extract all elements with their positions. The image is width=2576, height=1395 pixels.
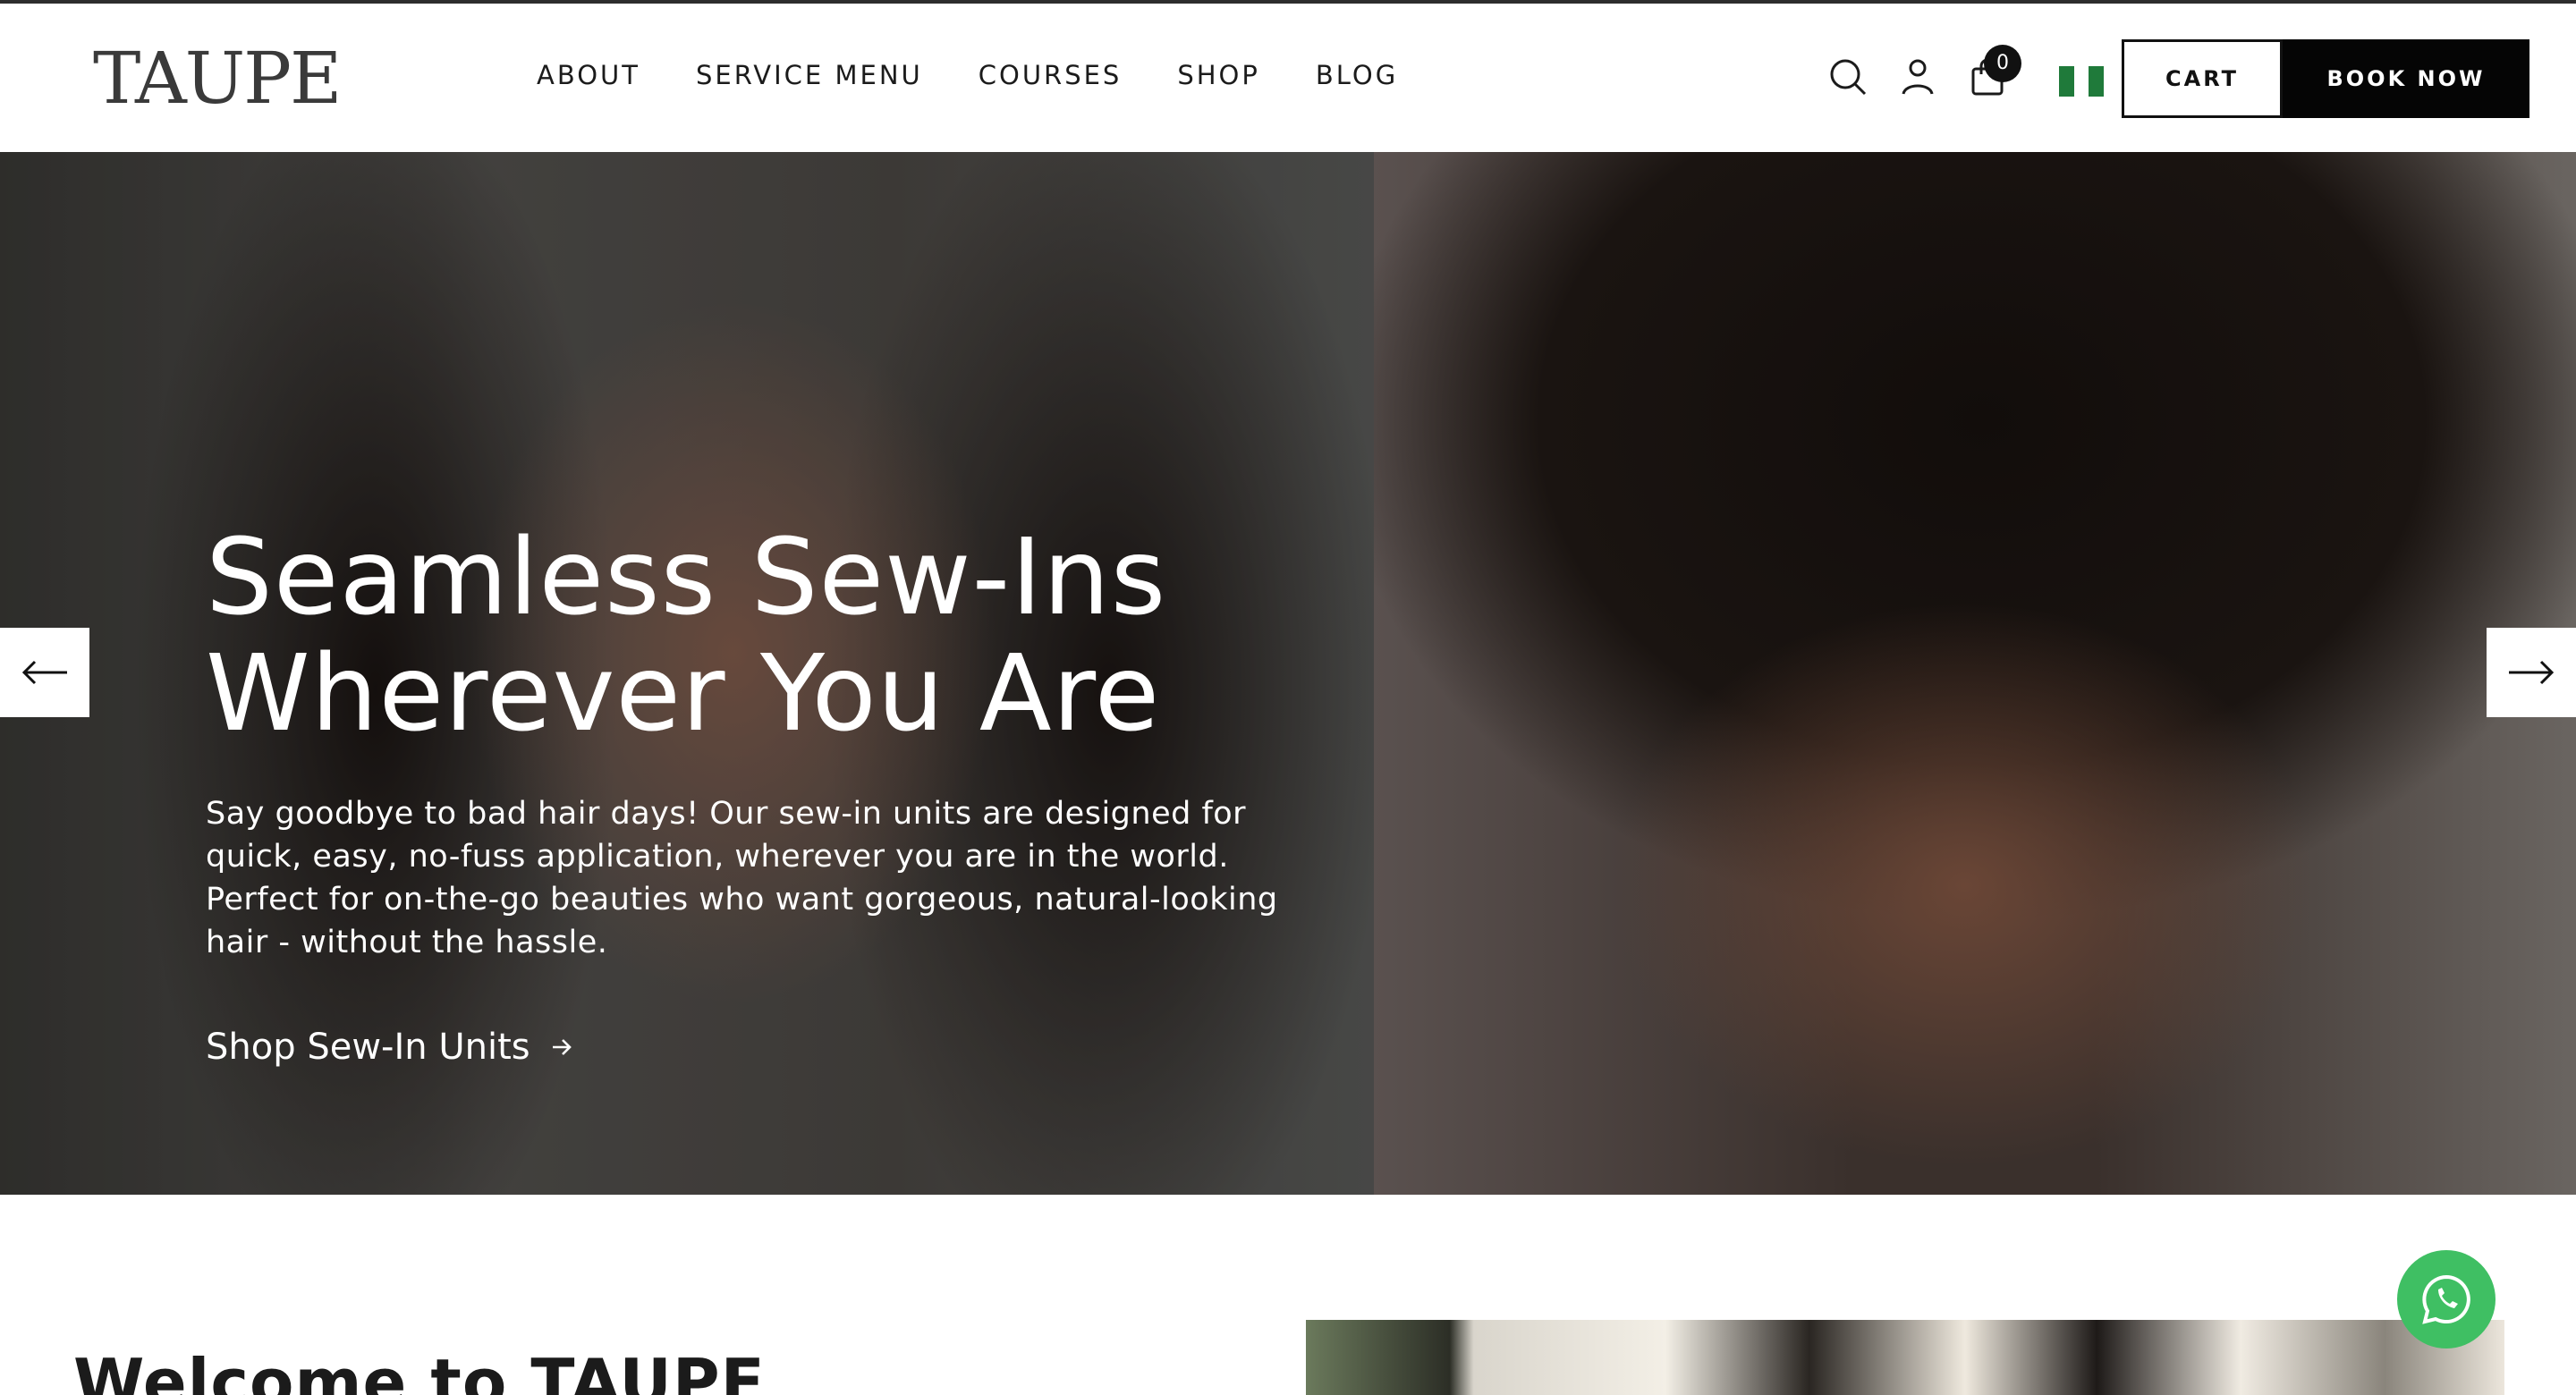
hero-slider: Seamless Sew-Ins Wherever You Are Say go… xyxy=(0,152,2576,1195)
cart-button[interactable]: CART xyxy=(2122,39,2283,118)
hero-title: Seamless Sew-Ins Wherever You Are xyxy=(206,519,1368,751)
hero-title-line2: Wherever You Are xyxy=(206,631,1161,755)
search-icon[interactable] xyxy=(1825,54,1871,100)
nav-item-courses[interactable]: COURSES xyxy=(979,59,1123,91)
slider-next-button[interactable] xyxy=(2487,628,2576,717)
hero-content: Seamless Sew-Ins Wherever You Are Say go… xyxy=(206,519,1368,964)
nav-item-service-menu[interactable]: SERVICE MENU xyxy=(696,59,923,91)
arrow-left-icon xyxy=(21,660,67,685)
nav-item-about[interactable]: ABOUT xyxy=(537,59,640,91)
nav-item-shop[interactable]: SHOP xyxy=(1177,59,1260,91)
whatsapp-icon xyxy=(2422,1274,2470,1324)
salon-image xyxy=(1306,1320,2504,1395)
user-icon[interactable] xyxy=(1894,54,1941,100)
welcome-heading: Welcome to TAUPE xyxy=(73,1345,766,1395)
nigeria-flag-icon[interactable] xyxy=(2059,66,2105,97)
brand-logo[interactable]: TAUPE xyxy=(93,36,342,122)
book-now-button[interactable]: BOOK NOW xyxy=(2283,39,2529,118)
shop-sew-in-units-link[interactable]: Shop Sew-In Units xyxy=(206,1027,573,1068)
main-menu: ABOUT SERVICE MENU COURSES SHOP BLOG xyxy=(537,59,1398,91)
nav-item-blog[interactable]: BLOG xyxy=(1316,59,1398,91)
arrow-right-small-icon xyxy=(552,1039,572,1055)
site-header: TAUPE ABOUT SERVICE MENU COURSES SHOP BL… xyxy=(0,4,2576,152)
hero-description: Say goodbye to bad hair days! Our sew-in… xyxy=(206,796,1278,960)
whatsapp-chat-button[interactable] xyxy=(2397,1250,2496,1348)
cart-count-badge: 0 xyxy=(1984,45,2021,82)
hero-cta-label: Shop Sew-In Units xyxy=(206,1027,530,1068)
hero-image-right xyxy=(1374,152,2576,1195)
slider-prev-button[interactable] xyxy=(0,628,89,717)
hero-title-line1: Seamless Sew-Ins xyxy=(206,515,1167,638)
arrow-right-icon xyxy=(2509,660,2555,685)
